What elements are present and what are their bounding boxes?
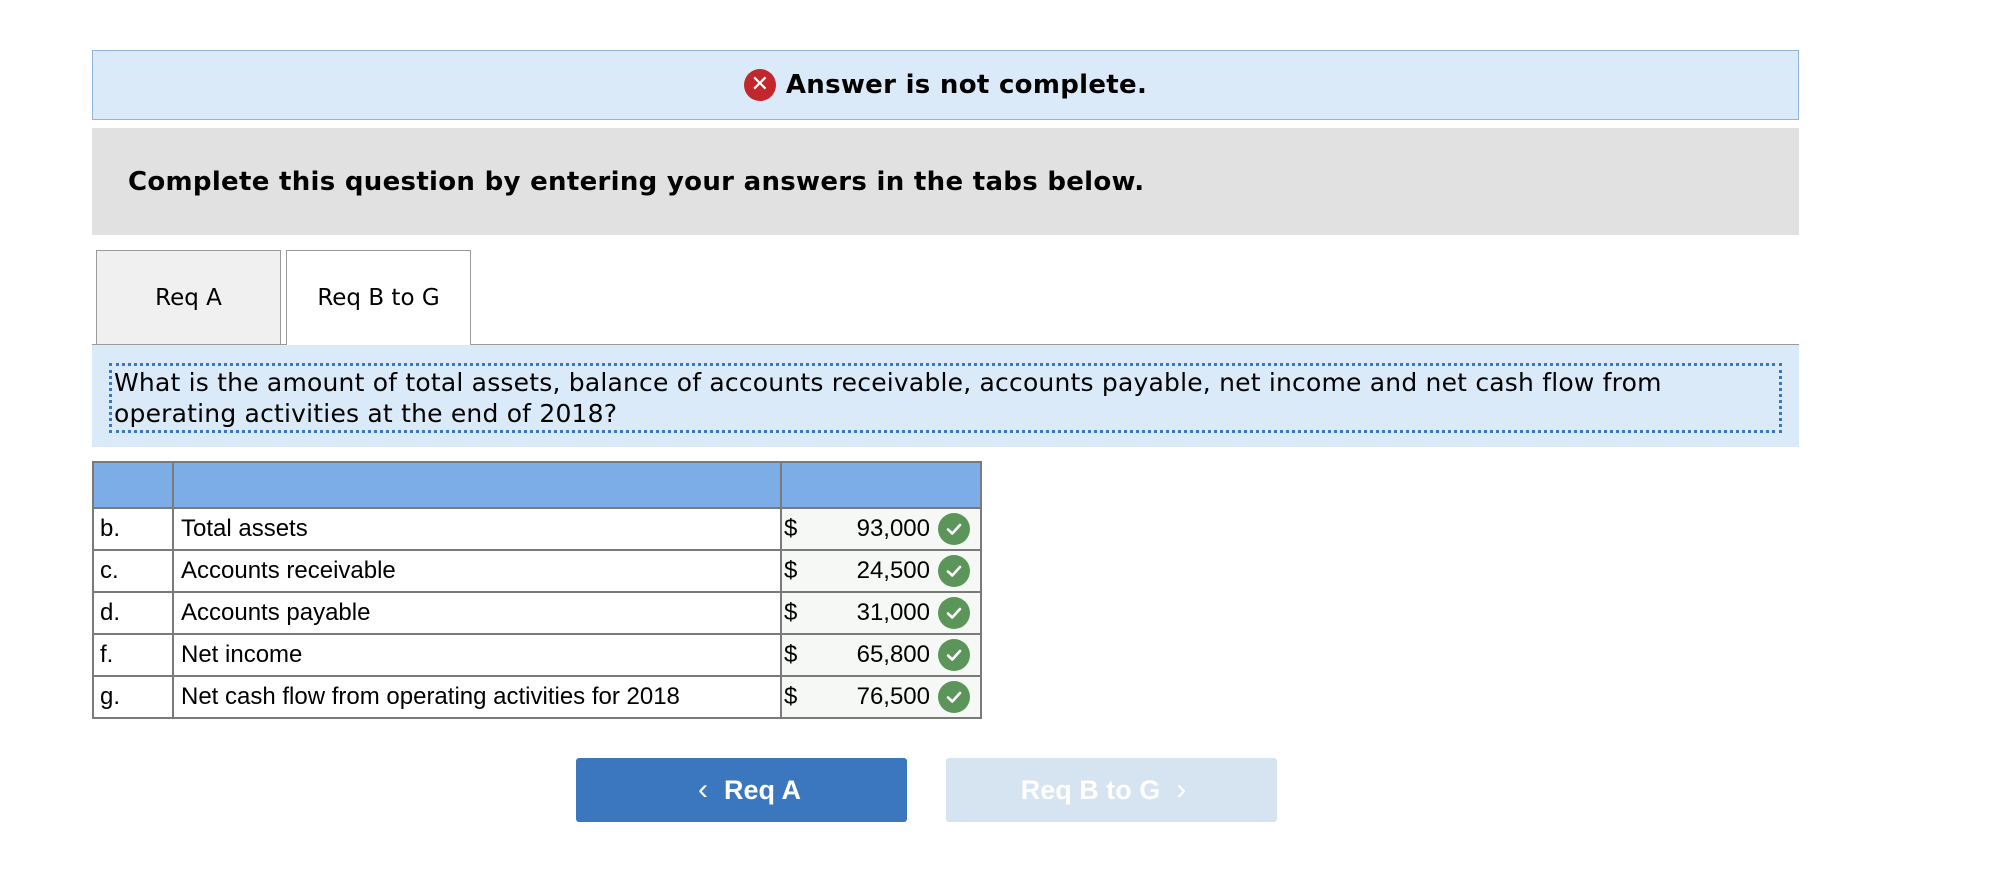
row-label: Net cash flow from operating activities … [172,675,782,719]
header-cell [172,461,782,509]
status-banner: ✕ Answer is not complete. [92,50,1799,120]
header-cell [780,461,982,509]
status-message: Answer is not complete. [785,70,1148,100]
row-letter: g. [92,675,174,719]
currency-symbol: $ [784,683,798,710]
amount-input[interactable]: $ 76,500 [780,675,982,719]
instructions-text: Complete this question by entering your … [128,166,1145,197]
question-panel: What is the amount of total assets, bala… [92,345,1799,447]
currency-symbol: $ [784,515,798,542]
tab-label: Req B to G [317,285,440,311]
chevron-right-icon: › [1176,773,1187,806]
amount-value: 31,000 [856,599,930,626]
tab-req-a[interactable]: Req A [96,250,281,345]
amount-input[interactable]: $ 31,000 [780,591,982,635]
row-letter: d. [92,591,174,635]
tab-req-b-to-g[interactable]: Req B to G [286,250,471,346]
row-letter: b. [92,507,174,551]
table-row: c. Accounts receivable $ 24,500 [92,549,982,593]
check-icon [938,681,970,713]
amount-value: 93,000 [856,515,930,542]
tab-label: Req A [155,284,222,311]
answers-table: b. Total assets $ 93,000 c. Accounts rec… [92,461,982,719]
amount-value: 76,500 [856,683,930,710]
row-label: Net income [172,633,782,677]
table-row: d. Accounts payable $ 31,000 [92,591,982,635]
amount-input[interactable]: $ 24,500 [780,549,982,593]
row-label: Accounts payable [172,591,782,635]
currency-symbol: $ [784,557,798,584]
check-icon [938,555,970,587]
check-icon [938,639,970,671]
prev-button-label: Req A [723,774,801,805]
table-row: b. Total assets $ 93,000 [92,507,982,551]
row-letter: f. [92,633,174,677]
error-x-icon: ✕ [743,69,776,101]
row-label: Total assets [172,507,782,551]
next-button-label: Req B to G [1020,774,1161,805]
next-req-b-to-g-button[interactable]: Req B to G › [946,758,1277,822]
table-row: f. Net income $ 65,800 [92,633,982,677]
row-letter: c. [92,549,174,593]
currency-symbol: $ [784,599,798,626]
check-icon [938,597,970,629]
instructions-panel: Complete this question by entering your … [92,128,1799,235]
row-label: Accounts receivable [172,549,782,593]
header-cell [92,461,174,509]
check-icon [938,513,970,545]
amount-value: 65,800 [856,641,930,668]
amount-value: 24,500 [856,557,930,584]
question-text: What is the amount of total assets, bala… [109,363,1782,433]
amount-input[interactable]: $ 93,000 [780,507,982,551]
table-header-row [92,461,982,509]
currency-symbol: $ [784,641,798,668]
chevron-left-icon: ‹ [697,773,708,806]
amount-input[interactable]: $ 65,800 [780,633,982,677]
table-row: g. Net cash flow from operating activiti… [92,675,982,719]
prev-req-a-button[interactable]: ‹ Req A [576,758,907,822]
